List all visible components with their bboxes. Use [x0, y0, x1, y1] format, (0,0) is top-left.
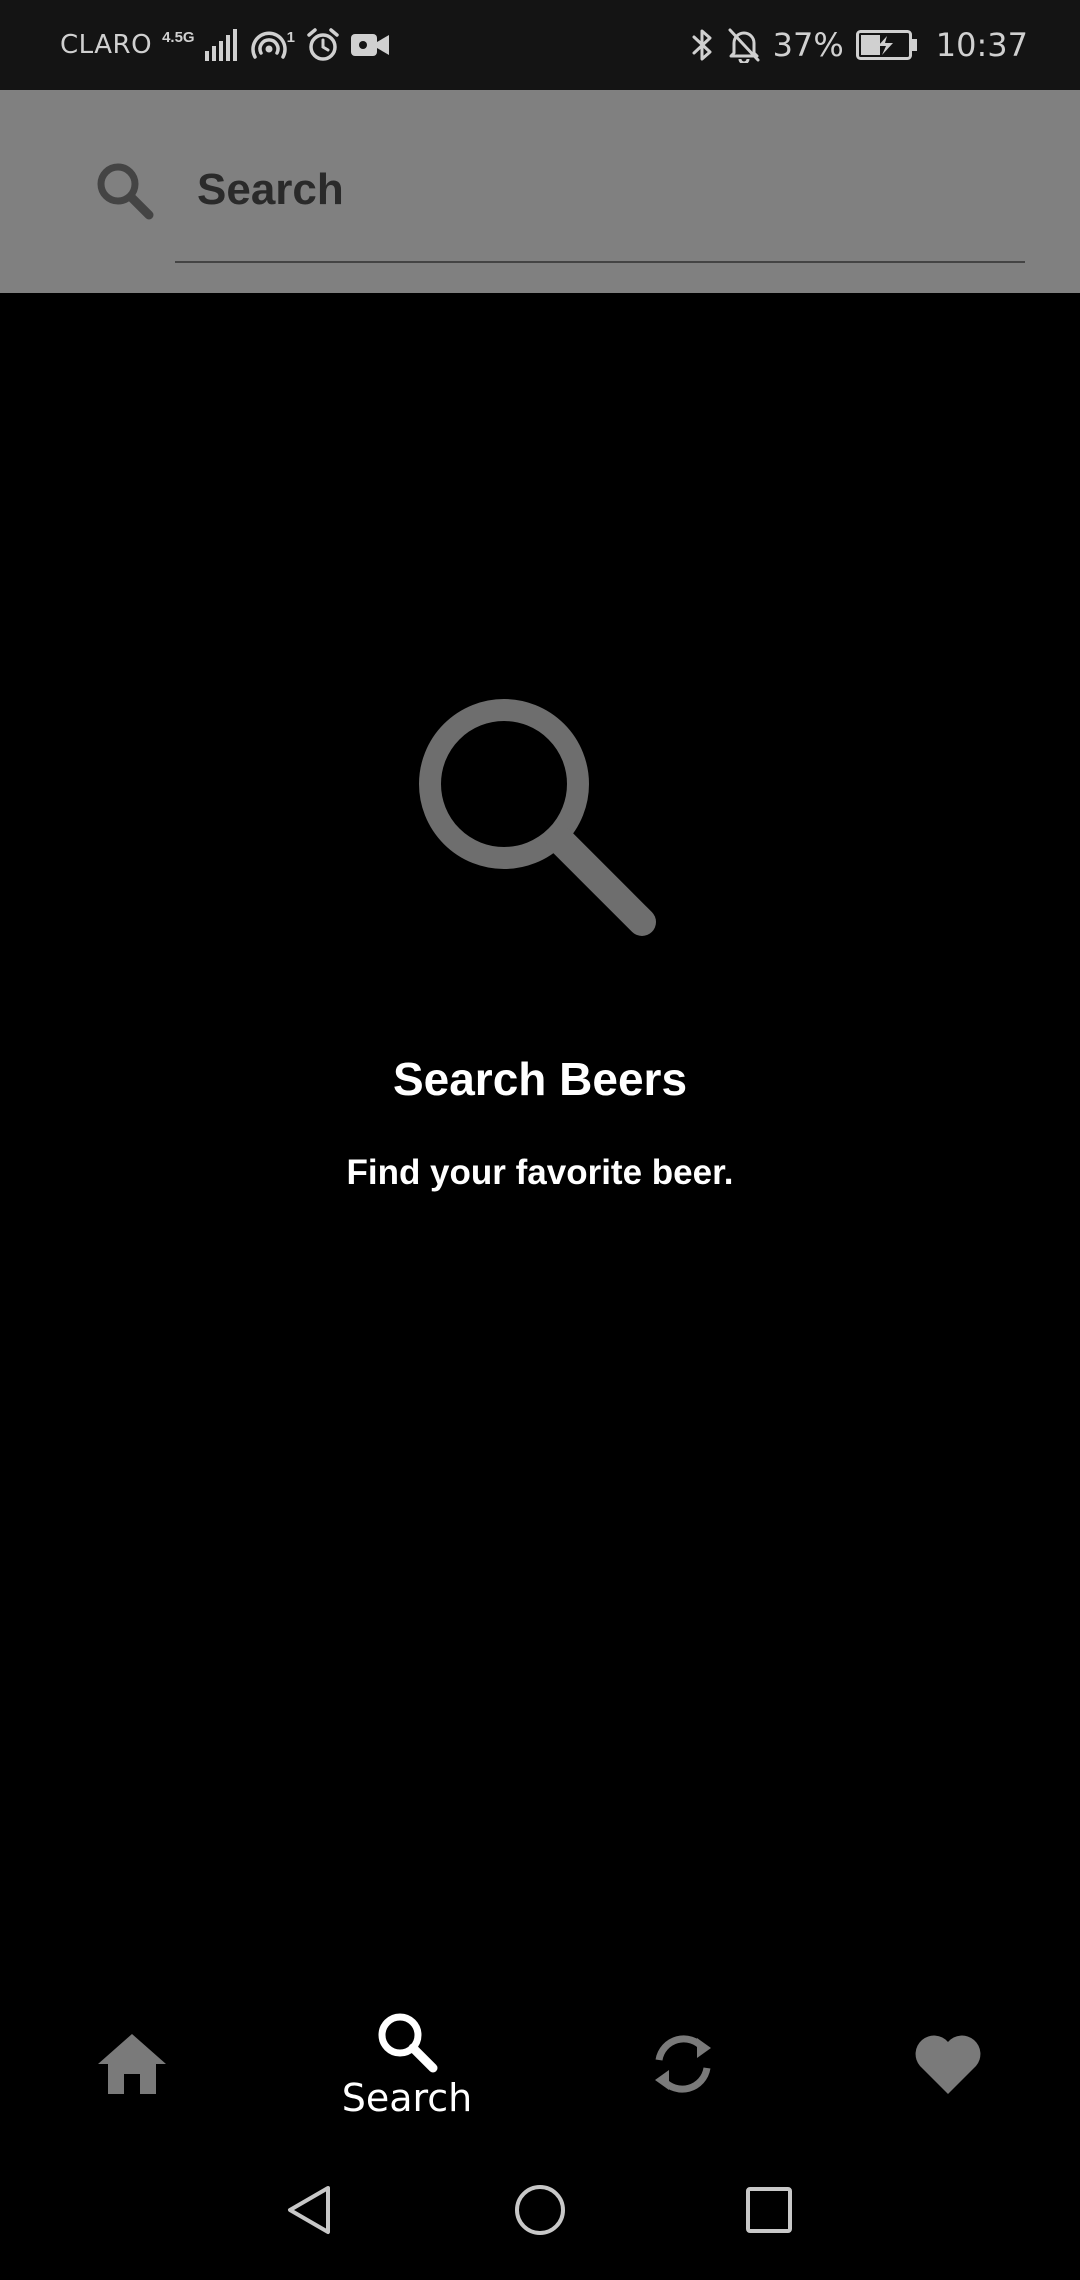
- system-home-button[interactable]: [500, 2170, 580, 2250]
- bottom-navigation: Search: [0, 1990, 1080, 2140]
- recents-square-icon: [746, 2187, 792, 2233]
- alarm-icon: [307, 28, 339, 61]
- search-field[interactable]: [175, 135, 1025, 263]
- bluetooth-icon: [692, 29, 712, 61]
- system-navigation-bar: [0, 2140, 1080, 2280]
- home-circle-icon: [515, 2185, 565, 2235]
- clock-time: 10:37: [935, 26, 1028, 64]
- home-icon: [98, 2034, 166, 2094]
- hotspot-count: 1: [286, 29, 295, 46]
- status-bar: CLARO 4.5G 1 37% 10:37: [0, 0, 1080, 90]
- nav-item-home[interactable]: [32, 1990, 232, 2140]
- network-type: 4.5G: [162, 29, 195, 46]
- carrier-name: CLARO: [60, 30, 153, 60]
- search-icon: [378, 2013, 438, 2073]
- search-header: [0, 90, 1080, 293]
- status-left: CLARO 4.5G 1: [60, 0, 389, 90]
- nav-label-search: Search: [341, 2076, 473, 2120]
- refresh-icon: [655, 2035, 711, 2093]
- heart-icon: [915, 2035, 981, 2094]
- empty-state-title: Search Beers: [392, 1053, 688, 1105]
- status-right: 37% 10:37: [691, 0, 1028, 90]
- battery-charging-icon: [855, 30, 917, 60]
- nav-item-search[interactable]: Search: [307, 1990, 507, 2140]
- search-icon[interactable]: [94, 160, 156, 222]
- video-icon: [350, 34, 389, 56]
- system-back-button[interactable]: [270, 2170, 350, 2250]
- mute-bell-icon: [728, 28, 760, 63]
- signal-icon: [204, 29, 237, 61]
- hotspot-icon: [250, 31, 287, 59]
- empty-state-subtitle: Find your favorite beer.: [346, 1153, 734, 1192]
- back-triangle-icon: [288, 2186, 330, 2234]
- system-recents-button[interactable]: [729, 2170, 809, 2250]
- search-icon: [419, 699, 656, 936]
- battery-percent: 37%: [772, 26, 844, 64]
- nav-item-refresh[interactable]: [583, 1990, 783, 2140]
- nav-item-favorites[interactable]: [848, 1990, 1048, 2140]
- search-input[interactable]: [197, 155, 997, 225]
